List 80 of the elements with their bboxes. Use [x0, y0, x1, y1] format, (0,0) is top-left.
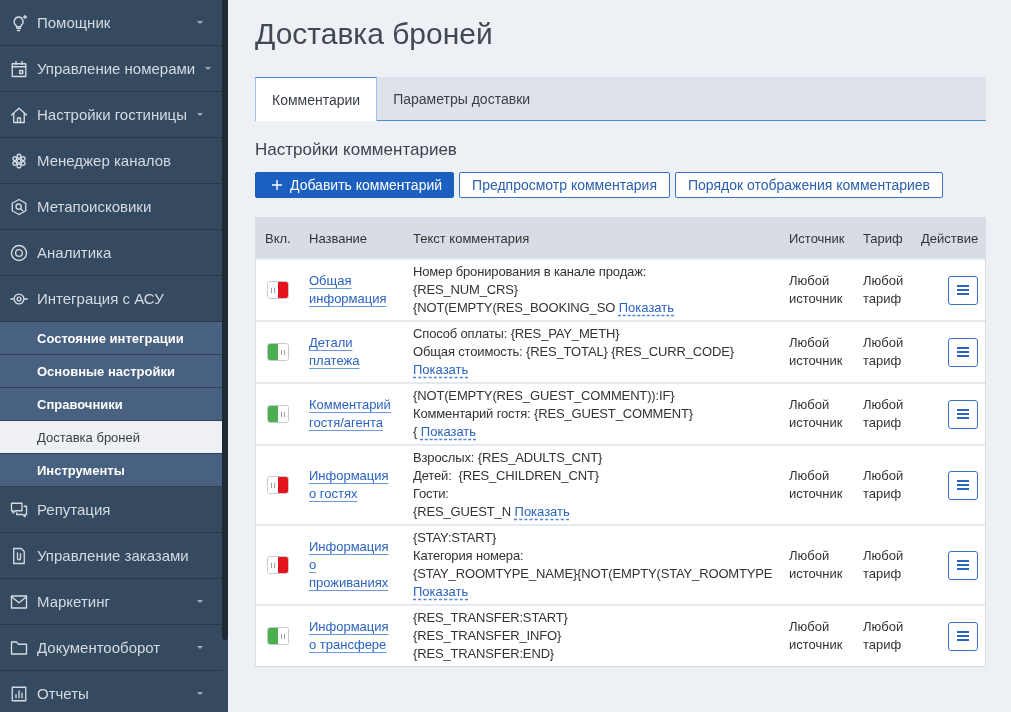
tariff-text: Любой тариф [863, 334, 905, 370]
submenu-item[interactable]: Инструменты [0, 454, 222, 487]
source-text: Любой источник [789, 618, 844, 654]
target-icon [10, 243, 28, 262]
name-link[interactable]: Детали платежа [309, 334, 395, 370]
section-title: Настройки комментариев [255, 139, 458, 161]
submenu-item[interactable]: Основные настройки [0, 355, 222, 388]
menu-button[interactable] [948, 621, 978, 651]
submenu-item[interactable]: Справочники [0, 388, 222, 421]
page-title: Доставка броней [255, 16, 494, 52]
toggle-switch[interactable] [267, 556, 289, 574]
source-text: Любой источник [789, 467, 844, 503]
toggle-switch[interactable] [267, 627, 289, 645]
preview-button[interactable]: Предпросмотр комментария [459, 172, 670, 198]
envelope-icon [10, 592, 28, 611]
sidebar-item[interactable]: Документооборот [0, 625, 222, 671]
source-text: Любой источник [789, 272, 844, 308]
document-clip-icon [10, 546, 28, 565]
plus-icon [272, 180, 282, 190]
menu-button[interactable] [948, 550, 978, 580]
calendar-icon [10, 59, 28, 78]
comment-text: Номер бронирования в канале продаж: {RES_NUM_CRS} {NOT(EMPTY(RES_BOOKING_SO Показать [413, 263, 674, 317]
tab[interactable]: Комментарии [255, 77, 378, 121]
menu-icon [957, 409, 969, 419]
column-header: Действие [921, 230, 979, 246]
sidebar-item[interactable]: Отчеты [0, 671, 222, 712]
column-header: Текст комментария [413, 230, 530, 246]
menu-icon [957, 560, 969, 570]
menu-icon [957, 285, 969, 295]
menu-button[interactable] [948, 399, 978, 429]
tariff-text: Любой тариф [863, 467, 905, 503]
source-text: Любой источник [789, 334, 844, 370]
toggle-switch[interactable] [267, 281, 289, 299]
menu-icon [957, 631, 969, 641]
tariff-text: Любой тариф [863, 272, 905, 308]
menu-icon [957, 347, 969, 357]
hexagon-search-icon [10, 197, 28, 216]
comment-text: {STAY:START} Категория номера: {STAY_ROOMTYPE_NAME}{NOT(EMPTY(STAY_ROOMTYPE Показать [413, 529, 773, 601]
chat-icon [10, 500, 28, 519]
column-header: Название [309, 230, 368, 246]
toggle-switch[interactable] [267, 476, 289, 494]
show-more-link[interactable]: Показать [514, 504, 570, 519]
comment-text: Способ оплаты: {RES_PAY_METH} Общая стоимость: {RES_TOTAL} {RES_CURR_CODE} Показать [413, 325, 734, 379]
tab[interactable]: Параметры доставки [377, 77, 547, 120]
column-header: Тариф [863, 230, 903, 246]
column-header: Источник [789, 230, 845, 246]
menu-button[interactable] [948, 275, 978, 305]
comment-text: {NOT(EMPTY(RES_GUEST_COMMENT)):IF} Комментарий гостя: {RES_GUEST_COMMENT} { Показать [413, 387, 693, 441]
menu-button[interactable] [948, 470, 978, 500]
tariff-text: Любой тариф [863, 547, 905, 583]
folder-icon [10, 638, 28, 657]
add-comment-button[interactable]: Добавить комментарий [255, 172, 455, 198]
tariff-text: Любой тариф [863, 618, 905, 654]
toggle-switch[interactable] [267, 405, 289, 423]
flower-icon [10, 151, 28, 170]
column-header: Вкл. [265, 230, 291, 246]
menu-button[interactable] [948, 337, 978, 367]
comment-text: {RES_TRANSFER:START} {RES_TRANSFER_INFO} {RES_TRANSFER:END} [413, 609, 568, 663]
show-more-link[interactable]: Показать [618, 300, 674, 315]
name-link[interactable]: Информация о трансфере [309, 618, 395, 654]
source-text: Любой источник [789, 396, 844, 432]
name-link[interactable]: Общая информация [309, 272, 395, 308]
submenu-item[interactable]: Состояние интеграции [0, 322, 222, 355]
show-more-link[interactable]: Показать [413, 584, 469, 599]
lightbulb-icon [10, 13, 28, 32]
name-link[interactable]: Комментарий гостя/агента [309, 396, 395, 432]
show-more-link[interactable]: Показать [413, 362, 469, 377]
tariff-text: Любой тариф [863, 396, 905, 432]
toggle-switch[interactable] [267, 343, 289, 361]
house-icon [10, 105, 28, 124]
display-order-button[interactable]: Порядок отображения комментариев [675, 172, 943, 198]
menu-icon [957, 480, 969, 490]
show-more-link[interactable]: Показать [420, 424, 477, 439]
comment-text: Взрослых: {RES_ADULTS_CNT} Детей: {RES_CHILDREN_CNT} Гости: {RES_GUEST_N Показать [413, 449, 603, 521]
name-link[interactable]: Информация о проживаниях [309, 538, 395, 592]
scrollbar-thumb[interactable] [222, 0, 228, 640]
submenu-item[interactable]: Доставка броней [0, 421, 222, 454]
name-link[interactable]: Информация о гостях [309, 467, 395, 503]
bar-chart-icon [10, 684, 28, 703]
source-text: Любой источник [789, 547, 844, 583]
